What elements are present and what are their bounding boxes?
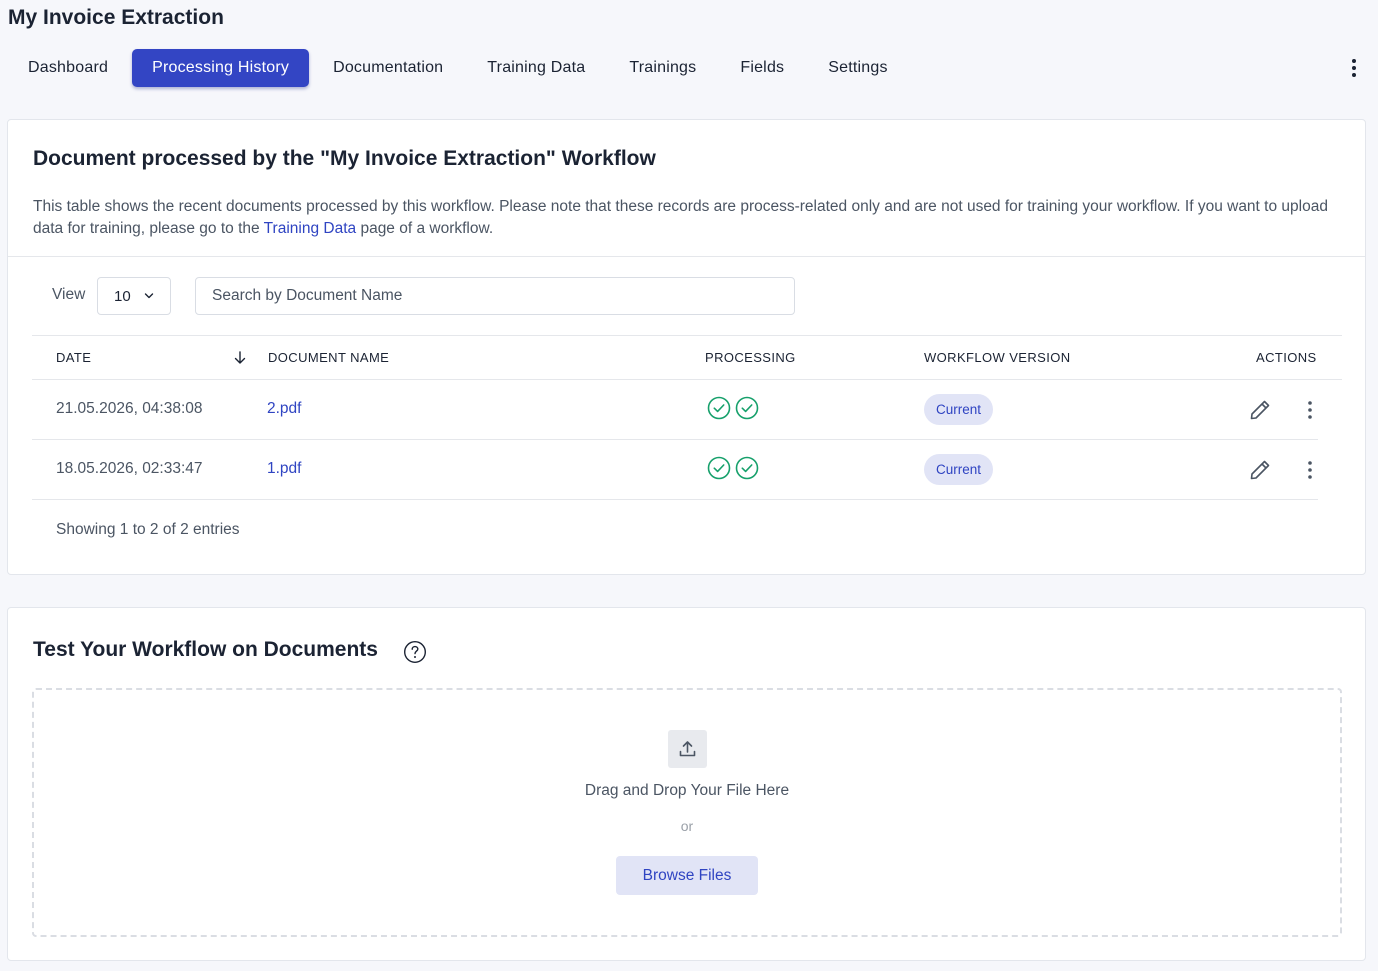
tab-fields[interactable]: Fields [720, 49, 804, 87]
test-title: Test Your Workflow on Documents [33, 638, 378, 661]
column-header-date[interactable]: DATE [56, 350, 91, 365]
check-circle-icon [707, 396, 731, 420]
check-circle-icon [735, 456, 759, 480]
row-more-options-icon[interactable] [1302, 399, 1318, 421]
browse-files-button[interactable]: Browse Files [616, 856, 758, 895]
table-row: 21.05.2026, 04:38:08 2.pdf Current [32, 380, 1318, 440]
file-dropzone[interactable]: Drag and Drop Your File Here or Browse F… [32, 688, 1342, 937]
more-options-icon[interactable] [1344, 57, 1364, 79]
tab-dashboard[interactable]: Dashboard [8, 49, 128, 87]
column-header-workflow-version: WORKFLOW VERSION [924, 350, 1071, 365]
training-data-link[interactable]: Training Data [264, 220, 356, 237]
page-size-value: 10 [114, 288, 131, 305]
document-link[interactable]: 2.pdf [267, 400, 301, 418]
version-badge: Current [924, 454, 994, 485]
column-header-processing: PROCESSING [705, 350, 796, 365]
processing-history-card: Document processed by the "My Invoice Ex… [7, 119, 1366, 575]
app-title: My Invoice Extraction [8, 6, 224, 29]
history-title: Document processed by the "My Invoice Ex… [33, 147, 656, 170]
entries-summary: Showing 1 to 2 of 2 entries [56, 521, 240, 538]
version-badge: Current [924, 394, 994, 425]
edit-pencil-icon[interactable] [1248, 398, 1272, 422]
history-description: This table shows the recent documents pr… [33, 196, 1333, 240]
processing-status [707, 456, 759, 480]
document-link[interactable]: 1.pdf [267, 460, 301, 478]
test-workflow-card: Test Your Workflow on Documents Drag and… [7, 607, 1366, 961]
or-text: or [680, 818, 694, 834]
column-header-document-name: DOCUMENT NAME [268, 350, 390, 365]
table-row: 18.05.2026, 02:33:47 1.pdf Current [32, 440, 1318, 500]
row-date: 18.05.2026, 02:33:47 [56, 460, 203, 477]
column-header-actions: ACTIONS [1256, 350, 1317, 365]
row-more-options-icon[interactable] [1302, 459, 1318, 481]
main-nav: Dashboard Processing History Documentati… [8, 49, 912, 87]
search-input[interactable] [195, 277, 795, 315]
help-question-icon[interactable] [403, 640, 427, 664]
row-date: 21.05.2026, 04:38:08 [56, 400, 203, 417]
divider [8, 256, 1365, 257]
tab-processing-history[interactable]: Processing History [132, 49, 310, 87]
check-circle-icon [707, 456, 731, 480]
table-header: DATE DOCUMENT NAME PROCESSING WORKFLOW V… [32, 335, 1342, 380]
chevron-down-icon [144, 293, 154, 299]
upload-icon-box [668, 730, 707, 768]
edit-pencil-icon[interactable] [1248, 458, 1272, 482]
history-table: DATE DOCUMENT NAME PROCESSING WORKFLOW V… [32, 335, 1342, 500]
view-label: View [52, 286, 86, 303]
description-text-end: page of a workflow. [356, 220, 494, 237]
processing-status [707, 396, 759, 420]
tab-documentation[interactable]: Documentation [313, 49, 463, 87]
upload-icon [679, 741, 696, 757]
tab-trainings[interactable]: Trainings [609, 49, 716, 87]
tab-training-data[interactable]: Training Data [467, 49, 605, 87]
sort-arrow-down-icon[interactable] [233, 350, 247, 366]
description-text: This table shows the recent documents pr… [33, 198, 1328, 237]
check-circle-icon [735, 396, 759, 420]
page-size-select[interactable]: 10 [97, 277, 171, 315]
drag-drop-text: Drag and Drop Your File Here [584, 782, 790, 799]
tab-settings[interactable]: Settings [808, 49, 907, 87]
